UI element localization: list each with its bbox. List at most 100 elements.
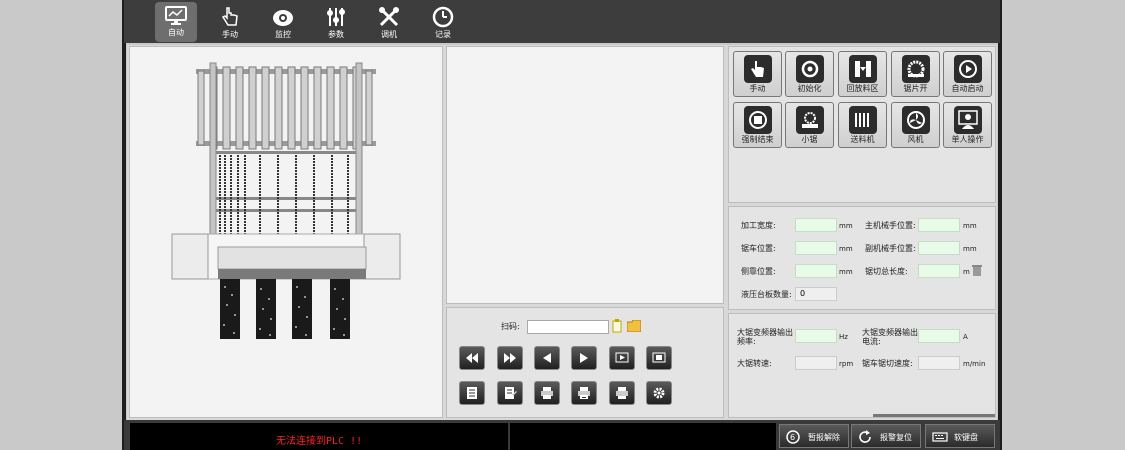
clock-icon	[432, 6, 454, 28]
top-nav: 自动 手动 监控 参数 调机 记录	[124, 0, 1000, 43]
control-panel: 扫码:	[446, 307, 724, 418]
print-multi-button[interactable]	[571, 381, 597, 405]
feeder-button[interactable]: 送料机	[838, 102, 887, 148]
single-operator-button[interactable]: 单人操作	[943, 102, 992, 148]
initialize-label: 初始化	[797, 84, 822, 93]
print-icon	[541, 387, 553, 399]
nav-params[interactable]: 参数	[315, 2, 357, 42]
small-saw-button[interactable]: 小锯	[785, 102, 834, 148]
trash-icon[interactable]	[972, 264, 982, 276]
main-arm-pos-field[interactable]	[918, 218, 960, 232]
cut-speed-field[interactable]	[918, 356, 960, 370]
saw-total-len-unit: m	[963, 268, 970, 276]
saw-pos-field[interactable]	[795, 241, 837, 255]
side-pos-field[interactable]	[795, 264, 837, 278]
step-forward-icon	[580, 353, 588, 363]
horizontal-scrollbar[interactable]	[873, 414, 995, 417]
clipboard-icon[interactable]	[612, 319, 622, 333]
process-width-label: 加工宽度:	[741, 221, 776, 230]
sub-arm-pos-field[interactable]	[918, 241, 960, 255]
step-back-icon	[543, 353, 551, 363]
screen-play-button[interactable]	[609, 346, 635, 370]
fan-label: 风机	[907, 135, 924, 144]
folder-icon[interactable]	[627, 320, 641, 332]
refresh-icon	[859, 430, 871, 443]
hydraulic-count-value: 0	[800, 289, 806, 298]
main-arm-pos-unit: mm	[963, 222, 977, 230]
saw-blade-icon	[907, 60, 925, 78]
feeder-icon	[855, 113, 869, 127]
inverter-current-field[interactable]	[918, 329, 960, 343]
process-width-field[interactable]	[795, 218, 837, 232]
soft-keyboard-label: 软键盘	[954, 433, 978, 442]
saw-speed-unit: rpm	[839, 360, 854, 368]
print-next-icon	[616, 387, 628, 399]
fast-forward-button[interactable]	[497, 346, 523, 370]
nav-monitor[interactable]: 监控	[262, 2, 304, 42]
screen-stop-button[interactable]	[646, 346, 672, 370]
step-back-button[interactable]	[534, 346, 560, 370]
auto-start-label: 自动启动	[951, 84, 984, 93]
nav-manual[interactable]: 手动	[209, 2, 251, 42]
nav-tuning[interactable]: 调机	[368, 2, 410, 42]
saw-speed-field[interactable]	[795, 356, 837, 370]
settings-gear-icon	[653, 387, 665, 399]
saw-total-len-field[interactable]	[918, 264, 960, 278]
force-stop-button[interactable]: 强制结束	[733, 102, 782, 148]
fan-icon	[907, 111, 925, 129]
saw-blade-on-button[interactable]: 锯片开	[891, 51, 940, 97]
initialize-button[interactable]: 初始化	[785, 51, 834, 97]
print-multi-icon	[578, 387, 590, 399]
status-secondary-box	[510, 423, 776, 450]
scan-input[interactable]	[527, 320, 609, 334]
camera-icon	[273, 10, 293, 26]
inverter-panel: 大锯变频器输出频率: Hz 大锯变频器输出电流: A 大锯转速: rpm 锯车锯…	[728, 313, 996, 418]
nav-manual-label: 手动	[222, 30, 238, 39]
hand-pointer-icon	[751, 61, 764, 77]
process-width-unit: mm	[839, 222, 853, 230]
nav-auto[interactable]: 自动	[155, 2, 197, 42]
main-arm-pos-label: 主机械手位置:	[865, 221, 916, 230]
refresh-icon	[801, 60, 819, 78]
inverter-freq-label: 大锯变频器输出频率:	[737, 328, 793, 346]
saw-blade-on-label: 锯片开	[903, 84, 928, 93]
keyboard-icon	[932, 432, 948, 442]
alarm-reset-button[interactable]: 报警复位	[851, 424, 921, 448]
doc-edit-button[interactable]	[497, 381, 523, 405]
svg-text:6: 6	[790, 433, 795, 442]
return-material-label: 回放料区	[846, 84, 879, 93]
settings-gear-button[interactable]	[646, 381, 672, 405]
inverter-freq-unit: Hz	[839, 333, 848, 341]
soft-keyboard-button[interactable]: 软键盘	[925, 424, 995, 448]
nav-monitor-label: 监控	[275, 30, 291, 39]
auto-start-button[interactable]: 自动启动	[943, 51, 992, 97]
return-material-button[interactable]: 回放料区	[838, 51, 887, 97]
doc-list-button[interactable]	[459, 381, 485, 405]
cut-speed-unit: m/min	[963, 360, 986, 368]
print-button[interactable]	[534, 381, 560, 405]
fan-button[interactable]: 风机	[891, 102, 940, 148]
hydraulic-count-label: 液压台板数量:	[741, 290, 792, 299]
saw-total-len-label: 锯切总长度:	[865, 267, 908, 276]
operator-icon	[958, 110, 978, 129]
alarm-release-button[interactable]: 6 暂报解除	[779, 424, 849, 448]
center-display-panel	[446, 46, 724, 304]
fast-backward-button[interactable]	[459, 346, 485, 370]
hand-pointer-icon	[221, 7, 238, 26]
hydraulic-count-field[interactable]: 0	[795, 287, 837, 301]
alarm-release-label: 暂报解除	[808, 433, 840, 442]
doc-edit-icon	[505, 387, 517, 399]
nav-records[interactable]: 记录	[422, 2, 464, 42]
inverter-freq-field[interactable]	[795, 329, 837, 343]
plc-status-message: 无法连接到PLC !!	[276, 436, 363, 447]
single-operator-label: 单人操作	[951, 135, 984, 144]
force-stop-label: 强制结束	[741, 135, 774, 144]
screen-play-icon	[615, 352, 629, 363]
step-forward-button[interactable]	[571, 346, 597, 370]
print-next-button[interactable]	[609, 381, 635, 405]
screen-stop-icon	[652, 352, 666, 363]
doc-list-icon	[467, 387, 477, 399]
status-message-box: 无法连接到PLC !!	[130, 423, 508, 450]
manual-button[interactable]: 手动	[733, 51, 782, 97]
nav-params-label: 参数	[328, 30, 344, 39]
